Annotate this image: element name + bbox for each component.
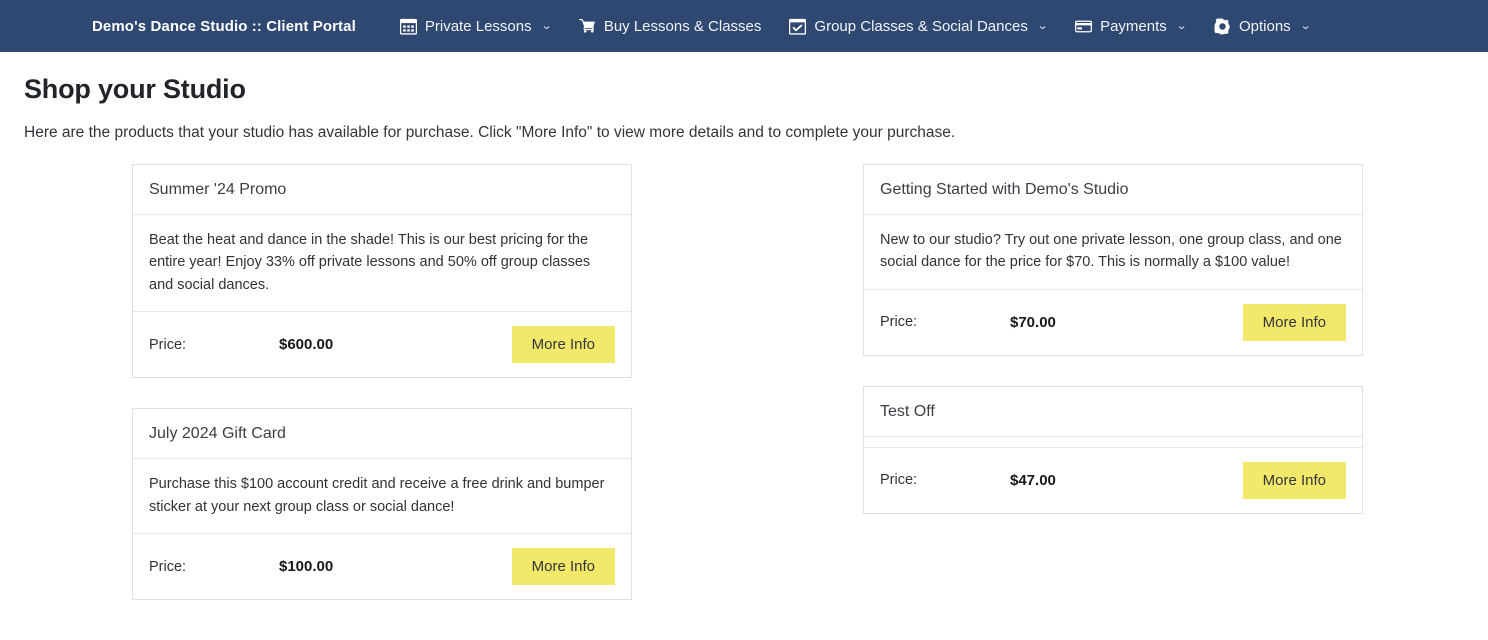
product-footer: Price: $600.00 More Info: [133, 312, 631, 377]
credit-card-icon: [1075, 18, 1093, 35]
chevron-down-icon: ⌄: [540, 19, 552, 32]
brand-title[interactable]: Demo's Dance Studio :: Client Portal: [92, 18, 356, 35]
chevron-down-icon: ⌄: [1036, 19, 1049, 32]
calendar-grid-icon: [399, 18, 417, 35]
nav-item-group-classes-social-dances[interactable]: Group Classes & Social Dances ⌄: [775, 12, 1061, 41]
nav-item-payments[interactable]: Payments ⌄: [1061, 12, 1200, 41]
nav-item-label: Buy Lessons & Classes: [603, 17, 762, 35]
price-label: Price:: [880, 314, 918, 331]
calendar-check-icon: [789, 18, 807, 35]
price-label: Price:: [149, 336, 187, 353]
chevron-down-icon: ⌄: [1175, 19, 1188, 32]
gear-icon: [1214, 17, 1231, 35]
nav-item-label: Options: [1238, 17, 1291, 35]
top-navigation-bar: Demo's Dance Studio :: Client Portal Pri…: [0, 0, 1488, 52]
product-footer: Price: $100.00 More Info: [133, 534, 631, 599]
product-title: Getting Started with Demo's Studio: [864, 165, 1362, 215]
nav-item-buy-lessons-classes[interactable]: Buy Lessons & Classes: [565, 12, 776, 41]
product-footer: Price: $47.00 More Info: [864, 448, 1362, 513]
product-description: Beat the heat and dance in the shade! Th…: [133, 215, 631, 313]
product-description: New to our studio? Try out one private l…: [864, 215, 1362, 290]
product-title: Test Off: [864, 387, 1362, 437]
more-info-button[interactable]: More Info: [1242, 461, 1346, 499]
product-column-right: Getting Started with Demo's Studio New t…: [863, 164, 1363, 544]
more-info-button[interactable]: More Info: [511, 326, 615, 364]
product-card: July 2024 Gift Card Purchase this $100 a…: [132, 408, 632, 601]
shopping-cart-icon: [578, 18, 596, 35]
page-description: Here are the products that your studio h…: [24, 124, 956, 141]
nav-item-label: Group Classes & Social Dances: [814, 17, 1028, 35]
product-title: July 2024 Gift Card: [133, 409, 631, 460]
nav-item-options[interactable]: Options ⌄: [1200, 12, 1324, 41]
nav-item-label: Private Lessons: [424, 17, 532, 35]
price-label: Price:: [880, 472, 918, 489]
nav-item-private-lessons[interactable]: Private Lessons ⌄: [386, 12, 565, 41]
product-card: Summer '24 Promo Beat the heat and dance…: [132, 164, 632, 379]
product-footer: Price: $70.00 More Info: [864, 290, 1362, 355]
price-value: $70.00: [1010, 313, 1056, 331]
product-card: Test Off Price: $47.00 More Info: [863, 385, 1363, 514]
product-title: Summer '24 Promo: [133, 165, 631, 215]
page-content: Shop your Studio Here are the products t…: [0, 74, 1488, 601]
price-label: Price:: [149, 558, 187, 575]
nav-item-label: Payments: [1100, 17, 1167, 35]
product-card: Getting Started with Demo's Studio New t…: [863, 164, 1363, 356]
product-column-left: Summer '24 Promo Beat the heat and dance…: [132, 164, 632, 630]
more-info-button[interactable]: More Info: [1242, 303, 1346, 341]
price-value: $100.00: [279, 558, 334, 576]
product-description: Purchase this $100 account credit and re…: [133, 459, 631, 535]
product-description: [864, 437, 1362, 448]
page-title: Shop your Studio: [24, 74, 246, 104]
price-value: $600.00: [279, 336, 334, 354]
more-info-button[interactable]: More Info: [511, 548, 615, 586]
chevron-down-icon: ⌄: [1299, 19, 1312, 32]
price-value: $47.00: [1010, 471, 1056, 489]
